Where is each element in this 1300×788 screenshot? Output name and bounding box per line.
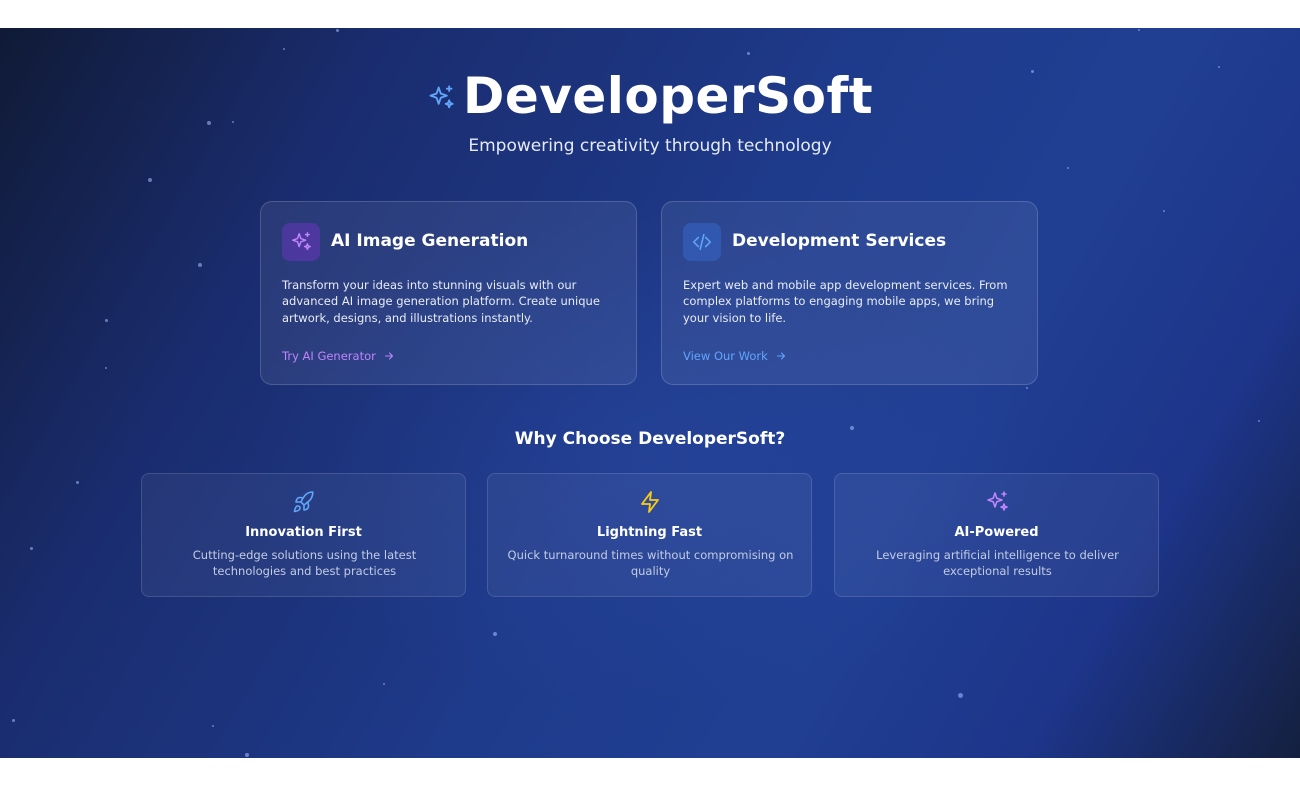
feature-title: AI-Powered (954, 525, 1039, 540)
feature-card-innovation: Innovation First Cutting-edge solutions … (141, 473, 466, 597)
star-dot (1138, 29, 1140, 31)
feature-title: Lightning Fast (596, 525, 703, 540)
feature-description: Quick turnaround times without compromis… (507, 548, 794, 579)
star-dot (105, 319, 108, 322)
service-description: Expert web and mobile app development se… (683, 278, 1008, 325)
lightning-icon (488, 490, 811, 514)
feature-description: Cutting-edge solutions using the latest … (192, 548, 417, 579)
code-icon (691, 231, 713, 253)
page-subtitle: Empowering creativity through technology (468, 136, 832, 156)
star-dot (1067, 167, 1069, 169)
feature-card-lightning: Lightning Fast Quick turnaround times wi… (487, 473, 812, 597)
feature-card-ai-powered: AI-Powered Leveraging artificial intelli… (834, 473, 1159, 597)
star-dot (1026, 387, 1028, 389)
sparkles-icon (427, 84, 455, 112)
feature-description: Leveraging artificial intelligence to de… (876, 548, 1119, 579)
star-dot (76, 481, 79, 484)
star-dot (283, 48, 285, 50)
sparkles-icon (835, 490, 1158, 514)
star-dot (245, 753, 249, 757)
star-dot (148, 178, 152, 182)
page-title: DeveloperSoft (462, 67, 874, 125)
star-dot (30, 547, 33, 550)
service-title: Development Services (732, 231, 947, 251)
rocket-icon (142, 490, 465, 514)
service-card-ai-image: AI Image Generation Transform your ideas… (260, 201, 637, 385)
star-dot (383, 683, 385, 685)
link-label: Try AI Generator (282, 349, 376, 363)
star-dot (12, 719, 15, 722)
link-label: View Our Work (683, 349, 768, 363)
view-our-work-link[interactable]: View Our Work (683, 349, 787, 363)
star-dot (336, 29, 339, 32)
feature-title: Innovation First (245, 525, 362, 540)
star-dot (747, 52, 750, 55)
sparkles-icon (290, 231, 312, 253)
star-dot (493, 632, 497, 636)
star-dot (1258, 420, 1260, 422)
hero-section: DeveloperSoft Empowering creativity thro… (0, 28, 1300, 758)
service-icon-box (282, 223, 320, 261)
service-title: AI Image Generation (331, 231, 529, 251)
brand-header: DeveloperSoft (0, 66, 1300, 126)
service-icon-box (683, 223, 721, 261)
why-choose-title: Why Choose DeveloperSoft? (514, 429, 786, 449)
star-dot (105, 367, 107, 369)
arrow-right-icon (775, 350, 787, 362)
service-card-development: Development Services Expert web and mobi… (661, 201, 1038, 385)
star-dot (1163, 210, 1165, 212)
arrow-right-icon (383, 350, 395, 362)
star-dot (958, 693, 963, 698)
star-dot (212, 725, 214, 727)
try-ai-generator-link[interactable]: Try AI Generator (282, 349, 395, 363)
service-description: Transform your ideas into stunning visua… (282, 278, 600, 325)
star-dot (198, 263, 202, 267)
